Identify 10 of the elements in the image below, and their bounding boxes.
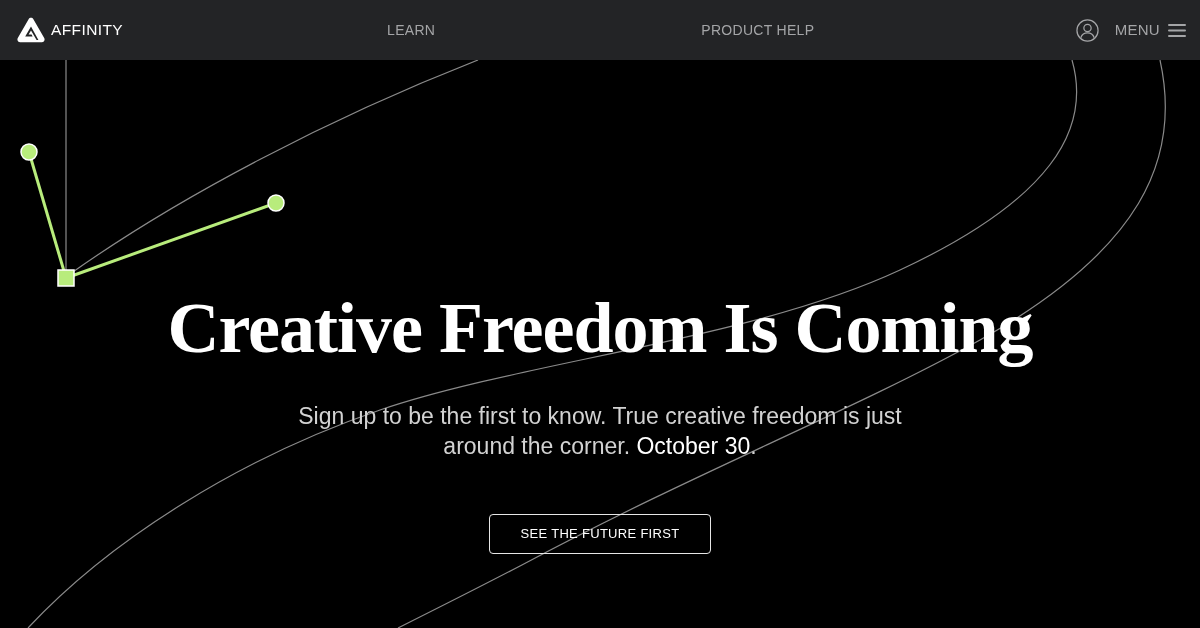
hero-description: Sign up to be the first to know. True creative freedom is just around the corner. October 30.	[297, 402, 903, 461]
triangle-logo-icon	[17, 17, 45, 43]
nav-link[interactable]: LEARN	[387, 19, 436, 41]
home-logo-link[interactable]: AFFINITY	[17, 17, 124, 43]
nav-link[interactable]: PRODUCT HELP	[701, 19, 815, 41]
menu-button[interactable]: MENU	[1114, 16, 1186, 44]
user-account-icon[interactable]	[1075, 18, 1099, 42]
hero-heading: Creative Freedom Is Coming	[167, 288, 1033, 368]
hamburger-menu-icon	[1168, 23, 1186, 37]
sign-up-button[interactable]: SEE THE FUTURE FIRST	[488, 514, 712, 554]
